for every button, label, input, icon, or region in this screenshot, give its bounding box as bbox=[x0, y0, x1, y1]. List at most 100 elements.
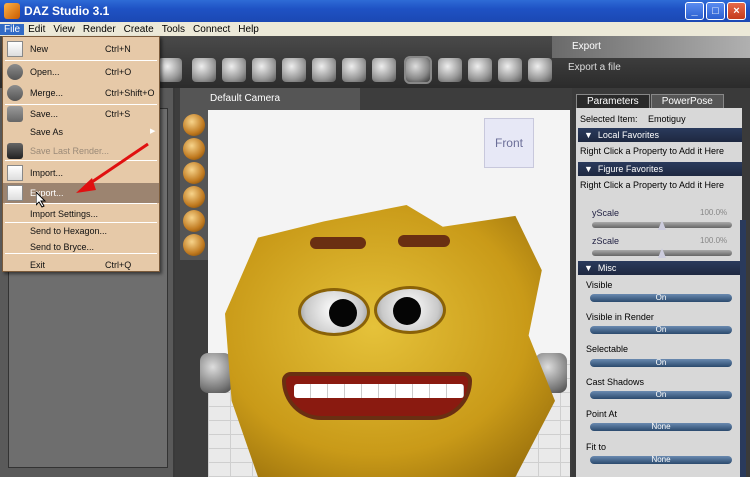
local-favorites-note: Right Click a Property to Add it Here bbox=[580, 146, 725, 156]
menu-item-open[interactable]: Open... Ctrl+O bbox=[3, 62, 159, 82]
zoom-icon[interactable] bbox=[183, 186, 205, 208]
scale-tool-icon[interactable] bbox=[498, 58, 522, 82]
selectable-label: Selectable bbox=[586, 344, 629, 354]
tooltip-title: Export bbox=[552, 36, 750, 58]
pan-icon[interactable] bbox=[183, 138, 205, 160]
maximize-button[interactable]: □ bbox=[706, 2, 725, 20]
tool-icon-1[interactable] bbox=[158, 58, 182, 82]
menu-item-send-to-bryce[interactable]: Send to Bryce... bbox=[3, 237, 159, 257]
view-cube[interactable]: Front bbox=[484, 118, 534, 168]
cast-shadows-label: Cast Shadows bbox=[586, 377, 645, 387]
figure-favorites-header[interactable]: ▼ Figure Favorites bbox=[578, 162, 742, 176]
translate-tool-icon[interactable] bbox=[468, 58, 492, 82]
misc-header[interactable]: ▼ Misc bbox=[578, 261, 742, 275]
menu-edit[interactable]: Edit bbox=[24, 24, 49, 35]
local-favorites-header[interactable]: ▼ Local Favorites bbox=[578, 128, 742, 142]
point-at-label: Point At bbox=[586, 409, 618, 419]
menu-item-exit-label: Exit bbox=[30, 260, 46, 270]
menu-item-open-label: Open... bbox=[30, 67, 60, 77]
zscale-slider[interactable] bbox=[592, 248, 732, 258]
submenu-arrow-icon: ▶ bbox=[150, 128, 156, 135]
menu-help[interactable]: Help bbox=[234, 24, 263, 35]
save-disk-icon bbox=[7, 106, 23, 122]
left-eye bbox=[298, 288, 370, 336]
left-eyebrow bbox=[310, 237, 366, 249]
rotate-tool-icon[interactable] bbox=[438, 58, 462, 82]
menu-view[interactable]: View bbox=[49, 24, 79, 35]
cube-icon[interactable] bbox=[312, 58, 336, 82]
menu-item-new-label: New bbox=[30, 44, 49, 54]
pin-icon[interactable] bbox=[282, 58, 306, 82]
menu-item-import-label: Import... bbox=[30, 168, 64, 178]
cast-shadows-toggle[interactable]: On bbox=[590, 391, 732, 399]
fit-to-select[interactable]: None bbox=[590, 456, 732, 464]
frame-icon[interactable] bbox=[183, 210, 205, 232]
right-pupil bbox=[393, 297, 421, 325]
title-bar: DAZ Studio 3.1 _ □ × bbox=[0, 0, 750, 22]
spotlight-icon[interactable] bbox=[252, 58, 276, 82]
export-icon bbox=[7, 185, 23, 201]
zscale-label: zScale bbox=[592, 236, 620, 246]
menu-file[interactable]: File bbox=[0, 23, 25, 35]
zscale-value: 100.0% bbox=[700, 236, 728, 245]
close-button[interactable]: × bbox=[727, 2, 746, 20]
joint-icon[interactable] bbox=[342, 58, 366, 82]
menu-bar: File Edit View Render Create Tools Conne… bbox=[0, 22, 750, 36]
menu-tools[interactable]: Tools bbox=[158, 24, 189, 35]
emotiguy-figure[interactable] bbox=[225, 205, 555, 477]
mouth bbox=[282, 372, 472, 420]
right-eye bbox=[374, 286, 446, 334]
brush-icon[interactable] bbox=[372, 58, 396, 82]
right-panel-scrollbar[interactable] bbox=[740, 220, 746, 477]
orbit-icon[interactable] bbox=[183, 114, 205, 136]
visible-in-render-label: Visible in Render bbox=[586, 312, 654, 322]
figure-favorites-note: Right Click a Property to Add it Here bbox=[580, 180, 725, 190]
tool-icon-2[interactable] bbox=[192, 58, 216, 82]
menu-item-save-shortcut: Ctrl+S bbox=[105, 109, 131, 119]
menu-connect[interactable]: Connect bbox=[189, 24, 234, 35]
tab-powerpose[interactable]: PowerPose bbox=[650, 94, 724, 108]
menu-item-save-as-label: Save As bbox=[30, 127, 64, 137]
menu-item-new[interactable]: New Ctrl+N bbox=[3, 39, 159, 59]
menu-item-merge-label: Merge... bbox=[30, 88, 64, 98]
mouse-cursor-icon bbox=[36, 192, 47, 208]
camera-icon bbox=[7, 143, 23, 159]
figure-favorites-label: Figure Favorites bbox=[597, 164, 663, 174]
menu-item-exit[interactable]: Exit Ctrl+Q bbox=[3, 255, 159, 275]
import-icon bbox=[7, 165, 23, 181]
local-favorites-label: Local Favorites bbox=[597, 130, 659, 140]
menu-render[interactable]: Render bbox=[79, 24, 120, 35]
visible-in-render-toggle[interactable]: On bbox=[590, 326, 732, 334]
right-panel: Parameters PowerPose Selected Item: Emot… bbox=[572, 88, 750, 477]
menu-item-send-to-bryce-label: Send to Bryce... bbox=[30, 242, 95, 252]
menu-item-merge[interactable]: Merge... Ctrl+Shift+O bbox=[3, 83, 159, 103]
visible-toggle[interactable]: On bbox=[590, 294, 732, 302]
new-file-icon bbox=[7, 41, 23, 57]
red-arrow-annotation bbox=[76, 142, 149, 193]
dolly-icon[interactable] bbox=[183, 162, 205, 184]
universal-tool-icon[interactable] bbox=[528, 58, 552, 82]
right-eyebrow bbox=[398, 235, 450, 247]
light-bulb-icon[interactable] bbox=[222, 58, 246, 82]
tab-parameters[interactable]: Parameters bbox=[576, 94, 650, 108]
fit-to-label: Fit to bbox=[586, 442, 607, 452]
select-tool-icon[interactable] bbox=[404, 56, 432, 84]
camera-select[interactable]: Default Camera bbox=[210, 93, 280, 104]
selectable-toggle[interactable]: On bbox=[590, 359, 732, 367]
point-at-select[interactable]: None bbox=[590, 423, 732, 431]
menu-item-new-shortcut: Ctrl+N bbox=[105, 44, 131, 54]
yscale-label: yScale bbox=[592, 208, 620, 218]
menu-item-open-shortcut: Ctrl+O bbox=[105, 67, 132, 77]
left-pupil bbox=[329, 299, 357, 327]
menu-item-save[interactable]: Save... Ctrl+S bbox=[3, 104, 159, 124]
minimize-button[interactable]: _ bbox=[685, 2, 704, 20]
menu-create[interactable]: Create bbox=[120, 24, 158, 35]
menu-item-save-label: Save... bbox=[30, 109, 59, 119]
selected-item: Selected Item: Emotiguy bbox=[580, 114, 694, 124]
menu-separator bbox=[5, 60, 157, 61]
viewport-tools bbox=[180, 88, 208, 260]
up-arrow-icon[interactable] bbox=[183, 234, 205, 256]
app-icon bbox=[4, 3, 20, 19]
yscale-slider[interactable] bbox=[592, 220, 732, 230]
parameters-pane: Selected Item: Emotiguy ▼ Local Favorite… bbox=[576, 108, 742, 477]
